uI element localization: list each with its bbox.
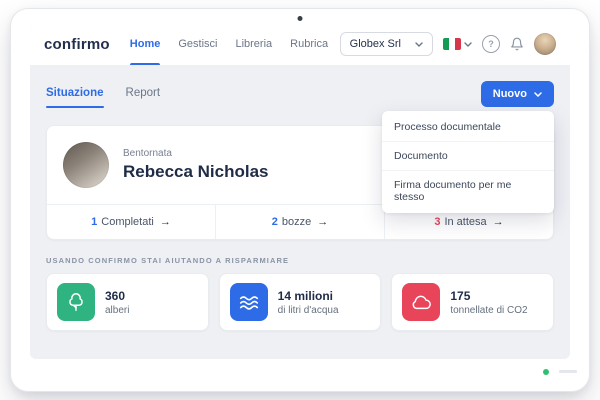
frame-dash bbox=[559, 370, 577, 373]
stat-bozze[interactable]: 2 bozze → bbox=[215, 205, 384, 239]
top-right-cluster: Globex Srl ? bbox=[339, 32, 556, 56]
tree-icon bbox=[57, 283, 95, 321]
nav-item-rubrica[interactable]: Rubrica bbox=[290, 23, 328, 65]
notifications-button[interactable] bbox=[510, 37, 524, 51]
savings-cards: 360 alberi 14 milioni di litri d'acqua 1… bbox=[46, 273, 555, 331]
savings-value: 360 bbox=[105, 288, 126, 303]
savings-card-water: 14 milioni di litri d'acqua bbox=[218, 273, 382, 331]
nav-item-home[interactable]: Home bbox=[129, 23, 160, 65]
stat-value: 2 bbox=[271, 216, 278, 228]
org-selector[interactable]: Globex Srl bbox=[339, 32, 433, 56]
nav-item-gestisci[interactable]: Gestisci bbox=[178, 23, 217, 65]
italian-flag-icon bbox=[443, 38, 461, 50]
greeting-text: Bentornata bbox=[123, 148, 172, 159]
savings-heading: USANDO CONFIRMO STAI AIUTANDO A RISPARMI… bbox=[46, 256, 290, 265]
status-led bbox=[543, 369, 549, 375]
device-frame: confirmo Home Gestisci Libreria Rubrica … bbox=[10, 8, 590, 392]
question-mark-icon: ? bbox=[488, 39, 494, 49]
stat-label: In attesa bbox=[444, 216, 487, 228]
arrow-right-icon: → bbox=[492, 216, 504, 228]
waves-icon bbox=[229, 283, 268, 321]
savings-label: tonnellate di CO2 bbox=[450, 304, 528, 316]
stat-label: Completati bbox=[101, 216, 154, 228]
menu-item-processo-documentale[interactable]: Processo documentale bbox=[382, 113, 554, 142]
top-nav: confirmo Home Gestisci Libreria Rubrica … bbox=[30, 23, 570, 65]
user-avatar[interactable] bbox=[534, 33, 556, 55]
org-selector-value: Globex Srl bbox=[349, 38, 401, 50]
help-button[interactable]: ? bbox=[482, 35, 500, 53]
stat-value: 3 bbox=[434, 216, 441, 228]
tab-report[interactable]: Report bbox=[126, 87, 161, 108]
tabs-row: Situazione Report Nuovo bbox=[46, 81, 554, 113]
arrow-right-icon: → bbox=[159, 216, 171, 228]
stat-value: 1 bbox=[91, 216, 98, 228]
profile-photo bbox=[63, 142, 109, 188]
main-nav: Home Gestisci Libreria Rubrica bbox=[129, 23, 328, 65]
new-dropdown-menu: Processo documentale Documento Firma doc… bbox=[382, 111, 554, 213]
new-button-label: Nuovo bbox=[492, 88, 527, 100]
stat-completati[interactable]: 1 Completati → bbox=[47, 205, 215, 239]
savings-label: alberi bbox=[105, 304, 130, 316]
savings-card-trees: 360 alberi bbox=[46, 273, 209, 331]
chevron-down-icon bbox=[415, 41, 423, 47]
menu-item-documento[interactable]: Documento bbox=[382, 142, 554, 171]
menu-item-firma-documento[interactable]: Firma documento per me stesso bbox=[382, 171, 554, 211]
savings-value: 175 bbox=[450, 288, 471, 303]
dashboard-content: Situazione Report Nuovo Processo documen… bbox=[30, 65, 570, 359]
savings-value: 14 milioni bbox=[277, 288, 334, 303]
tab-situazione[interactable]: Situazione bbox=[46, 87, 104, 108]
savings-card-co2: 175 tonnellate di CO2 bbox=[391, 273, 555, 331]
chevron-down-icon bbox=[464, 41, 472, 47]
stat-label: bozze bbox=[281, 216, 312, 228]
new-button[interactable]: Nuovo bbox=[480, 81, 554, 107]
bell-icon bbox=[511, 37, 523, 51]
camera-dot bbox=[297, 16, 303, 21]
chevron-down-icon bbox=[534, 91, 542, 97]
nav-item-libreria[interactable]: Libreria bbox=[235, 23, 272, 65]
app-screen: confirmo Home Gestisci Libreria Rubrica … bbox=[30, 23, 570, 359]
savings-label: di litri d'acqua bbox=[277, 304, 339, 316]
language-selector[interactable] bbox=[443, 38, 472, 50]
app-logo[interactable]: confirmo bbox=[44, 36, 110, 53]
user-name: Rebecca Nicholas bbox=[123, 162, 269, 181]
arrow-right-icon: → bbox=[317, 216, 329, 228]
cloud-icon bbox=[402, 283, 441, 321]
